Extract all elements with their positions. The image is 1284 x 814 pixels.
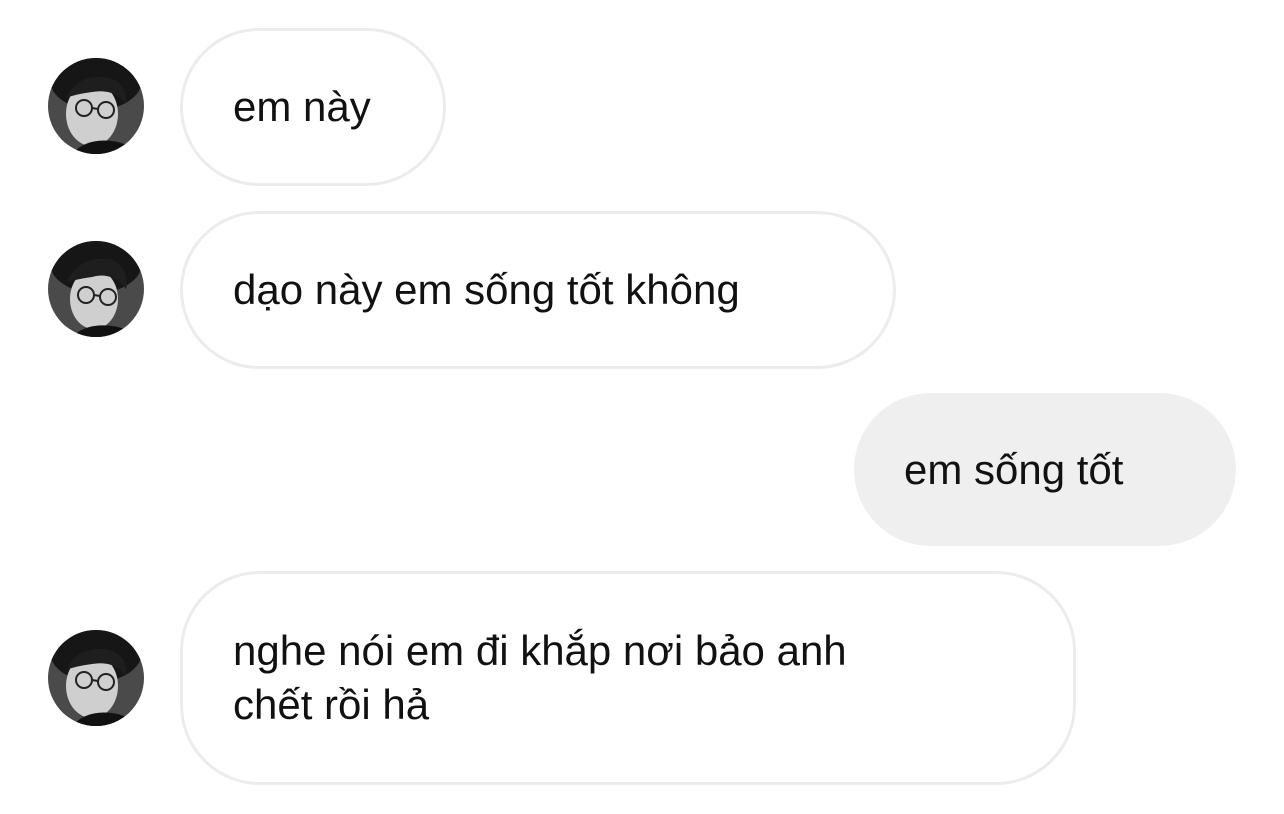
message-text: nghe nói em đi khắp nơi bảo anh chết rồi… <box>233 627 847 728</box>
sender-avatar[interactable] <box>48 58 144 154</box>
message-text: em này <box>233 83 371 130</box>
message-text: dạo này em sống tốt không <box>233 266 740 313</box>
user-avatar-icon <box>48 630 144 726</box>
user-avatar-icon <box>48 58 144 154</box>
message-bubble[interactable]: dạo này em sống tốt không <box>180 211 896 369</box>
user-avatar-icon <box>48 241 144 337</box>
message-bubble[interactable]: nghe nói em đi khắp nơi bảo anh chết rồi… <box>180 571 1076 785</box>
sender-avatar[interactable] <box>48 241 144 337</box>
message-bubble-outgoing[interactable]: em sống tốt <box>854 393 1236 546</box>
message-text: em sống tốt <box>904 445 1124 493</box>
sender-avatar[interactable] <box>48 630 144 726</box>
message-bubble[interactable]: em này <box>180 28 446 186</box>
